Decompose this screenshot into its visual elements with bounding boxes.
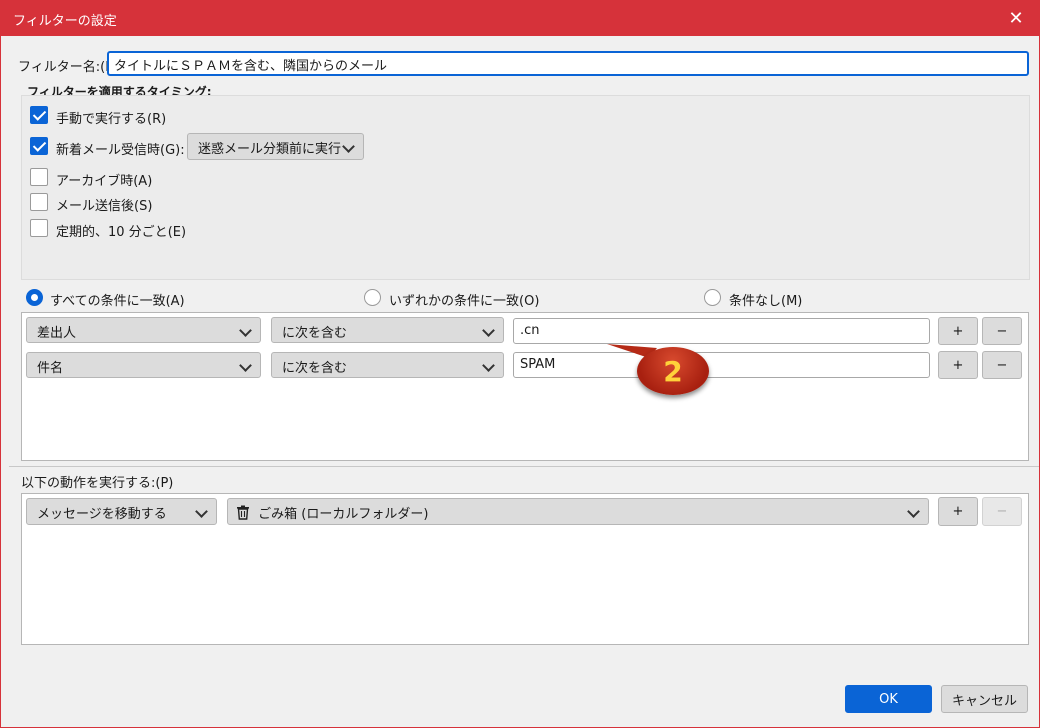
remove-condition-button[interactable]: −	[982, 317, 1022, 345]
match-all-label: すべての条件に一致(A)	[50, 294, 185, 309]
filter-settings-dialog: フィルターの設定 ✕ フィルター名:(I) タイトルにＳＰＡＭを含む、隣国からの…	[0, 0, 1040, 728]
match-all-radio[interactable]	[26, 289, 43, 306]
condition-value-input[interactable]: .cn	[513, 318, 930, 344]
new-mail-checkbox[interactable]	[30, 137, 48, 155]
trash-icon	[236, 505, 250, 524]
actions-heading: 以下の動作を実行する:(P)	[21, 476, 174, 491]
condition-field-select[interactable]: 差出人	[26, 317, 261, 343]
remove-condition-button[interactable]: −	[982, 351, 1022, 379]
chevron-down-icon	[195, 505, 208, 518]
cancel-button[interactable]: キャンセル	[941, 685, 1028, 713]
after-send-label: メール送信後(S)	[56, 199, 153, 214]
add-condition-button[interactable]: +	[938, 317, 978, 345]
match-none-radio[interactable]	[704, 289, 721, 306]
add-condition-button[interactable]: +	[938, 351, 978, 379]
archive-checkbox[interactable]	[30, 168, 48, 186]
condition-operator-select[interactable]: に次を含む	[271, 317, 504, 343]
archive-label: アーカイブ時(A)	[56, 174, 153, 189]
match-any-radio[interactable]	[364, 289, 381, 306]
condition-value-input[interactable]: SPAM	[513, 352, 930, 378]
match-none-label: 条件なし(M)	[729, 294, 803, 309]
chevron-down-icon	[907, 505, 920, 518]
manual-run-checkbox[interactable]	[30, 106, 48, 124]
close-icon[interactable]: ✕	[993, 1, 1039, 36]
after-send-checkbox[interactable]	[30, 193, 48, 211]
add-action-button[interactable]: +	[938, 497, 978, 526]
window-title: フィルターの設定	[13, 14, 117, 29]
new-mail-label: 新着メール受信時(G):	[56, 143, 185, 158]
timing-group	[21, 95, 1030, 280]
action-type-select[interactable]: メッセージを移動する	[26, 498, 217, 525]
match-any-label: いずれかの条件に一致(O)	[389, 294, 540, 309]
periodic-label: 定期的、10 分ごと(E)	[56, 225, 187, 240]
chevron-down-icon	[482, 359, 495, 372]
filter-name-label: フィルター名:(I)	[18, 60, 115, 75]
section-divider	[9, 466, 1039, 467]
chevron-down-icon	[239, 359, 252, 372]
condition-operator-select[interactable]: に次を含む	[271, 352, 504, 378]
chevron-down-icon	[239, 324, 252, 337]
target-folder-select[interactable]: ごみ箱 (ローカルフォルダー)	[227, 498, 929, 525]
remove-action-button[interactable]: −	[982, 497, 1022, 526]
condition-field-select[interactable]: 件名	[26, 352, 261, 378]
new-mail-timing-select[interactable]: 迷惑メール分類前に実行	[187, 133, 364, 160]
ok-button[interactable]: OK	[845, 685, 932, 713]
chevron-down-icon	[482, 324, 495, 337]
title-bar: フィルターの設定 ✕	[1, 1, 1039, 36]
filter-name-input[interactable]: タイトルにＳＰＡＭを含む、隣国からのメール	[107, 51, 1029, 76]
manual-run-label: 手動で実行する(R)	[56, 112, 167, 127]
chevron-down-icon	[342, 140, 355, 153]
periodic-checkbox[interactable]	[30, 219, 48, 237]
step-number-badge: 2	[637, 347, 709, 395]
